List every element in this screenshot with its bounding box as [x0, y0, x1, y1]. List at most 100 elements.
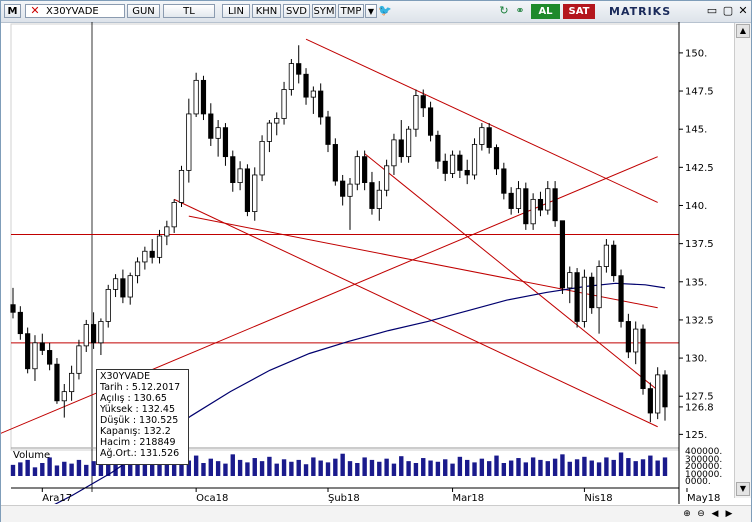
volume-bar [215, 461, 221, 476]
buy-button[interactable]: AL [531, 4, 560, 19]
scroll-up-icon[interactable]: ▲ [736, 24, 750, 38]
candle-body [244, 168, 251, 212]
info-open: Açılış : 130.65 [100, 393, 167, 404]
candle [537, 191, 544, 217]
scroll-left-icon[interactable]: ◀ [708, 507, 722, 521]
volume-bar [428, 460, 433, 476]
candle [164, 220, 170, 246]
candle-body [391, 139, 397, 167]
candle [633, 321, 639, 365]
candle [567, 266, 573, 304]
candle-body [17, 311, 23, 335]
volume-bar [596, 462, 602, 476]
sell-button[interactable]: SAT [563, 4, 595, 19]
candle [405, 126, 412, 163]
candle-body [340, 180, 346, 197]
candle-body [640, 328, 646, 389]
candle [493, 144, 500, 175]
scale-lin-button[interactable]: LIN [222, 4, 250, 18]
candle [581, 269, 588, 328]
candle [479, 123, 485, 151]
candle [340, 174, 346, 206]
minimize-icon[interactable]: ▭ [705, 4, 719, 18]
twitter-icon[interactable]: 🐦 [378, 4, 392, 18]
candle [596, 260, 602, 334]
volume-bar [179, 464, 184, 476]
candle [618, 269, 624, 328]
candle-body [464, 169, 470, 176]
close-icon[interactable]: ✕ [28, 4, 42, 18]
scale-khn-button[interactable]: KHN [252, 4, 281, 18]
candle-body [655, 374, 661, 414]
volume-bar [362, 457, 367, 476]
x-tick-label: Mar18 [453, 493, 485, 504]
candle [178, 165, 185, 208]
y-tick-label: 140. [685, 201, 707, 212]
scroll-down-icon[interactable]: ▼ [736, 482, 750, 496]
candle-body [325, 116, 331, 145]
matriks-logo-button[interactable]: M [4, 4, 21, 18]
candle [47, 342, 53, 371]
candle-body [215, 127, 221, 139]
candle-body [479, 127, 485, 145]
candle [486, 123, 492, 154]
volume-bar [662, 457, 668, 476]
candle-body [486, 127, 492, 148]
candle [310, 86, 316, 114]
volume-bar [32, 467, 38, 476]
candle-body [32, 342, 38, 370]
scale-sym-button[interactable]: SYM [312, 4, 336, 18]
candle [376, 181, 382, 221]
candle-body [69, 372, 75, 393]
scroll-right-icon[interactable]: ▶ [722, 507, 736, 521]
candle [288, 58, 294, 96]
vertical-scrollbar[interactable]: ▲ ▼ [734, 23, 751, 498]
chevron-down-icon[interactable]: ▼ [365, 4, 377, 18]
candle [574, 268, 580, 328]
volume-bar [399, 456, 404, 476]
candle [120, 269, 126, 304]
y-tick-label: 137.5 [685, 239, 714, 250]
chart-mode-button[interactable]: TL [163, 4, 215, 18]
candle [32, 335, 38, 381]
scale-svd-button[interactable]: SVD [283, 4, 310, 18]
close-window-icon[interactable]: ✕ [736, 4, 750, 18]
refresh-icon[interactable]: ↻ [497, 4, 511, 18]
volume-bar [318, 460, 323, 476]
candle [215, 120, 221, 157]
period-button[interactable]: GUN [127, 4, 160, 18]
candle-body [625, 321, 631, 353]
y-tick-label: 150. [685, 48, 707, 59]
volume-bar [369, 459, 375, 476]
scale-tmp-button[interactable]: TMP [338, 4, 364, 18]
candle [347, 178, 353, 230]
volume-bar [582, 456, 587, 476]
candles [10, 45, 668, 423]
volume-label: Volume [13, 450, 51, 461]
maximize-icon[interactable]: ▢ [721, 4, 735, 18]
volume-bar [303, 464, 309, 476]
candle [25, 327, 31, 374]
volume-bar [552, 458, 558, 476]
link-icon[interactable]: ⚭ [513, 4, 527, 18]
horizontal-scrollbar[interactable]: ⊕ ⊖ ◀ ▶ [1, 505, 751, 522]
info-symbol: X30YVADE [100, 371, 151, 382]
candle-body [581, 276, 588, 322]
candle [186, 98, 192, 183]
x-tick-label: Nis18 [584, 493, 612, 504]
volume-bar [530, 457, 536, 476]
zoom-in-icon[interactable]: ⊕ [680, 507, 694, 521]
volume-bar [157, 463, 162, 476]
zoom-out-icon[interactable]: ⊖ [694, 507, 708, 521]
candle-body [105, 289, 111, 322]
candle [457, 150, 463, 179]
volume-bar [311, 457, 316, 476]
candle [69, 365, 75, 401]
volume-bar [325, 462, 331, 476]
candle [105, 284, 111, 328]
volume-bar [347, 461, 353, 476]
candle-body [449, 154, 456, 174]
candle [259, 135, 265, 182]
volume-bar [626, 458, 631, 476]
candle [427, 101, 434, 142]
